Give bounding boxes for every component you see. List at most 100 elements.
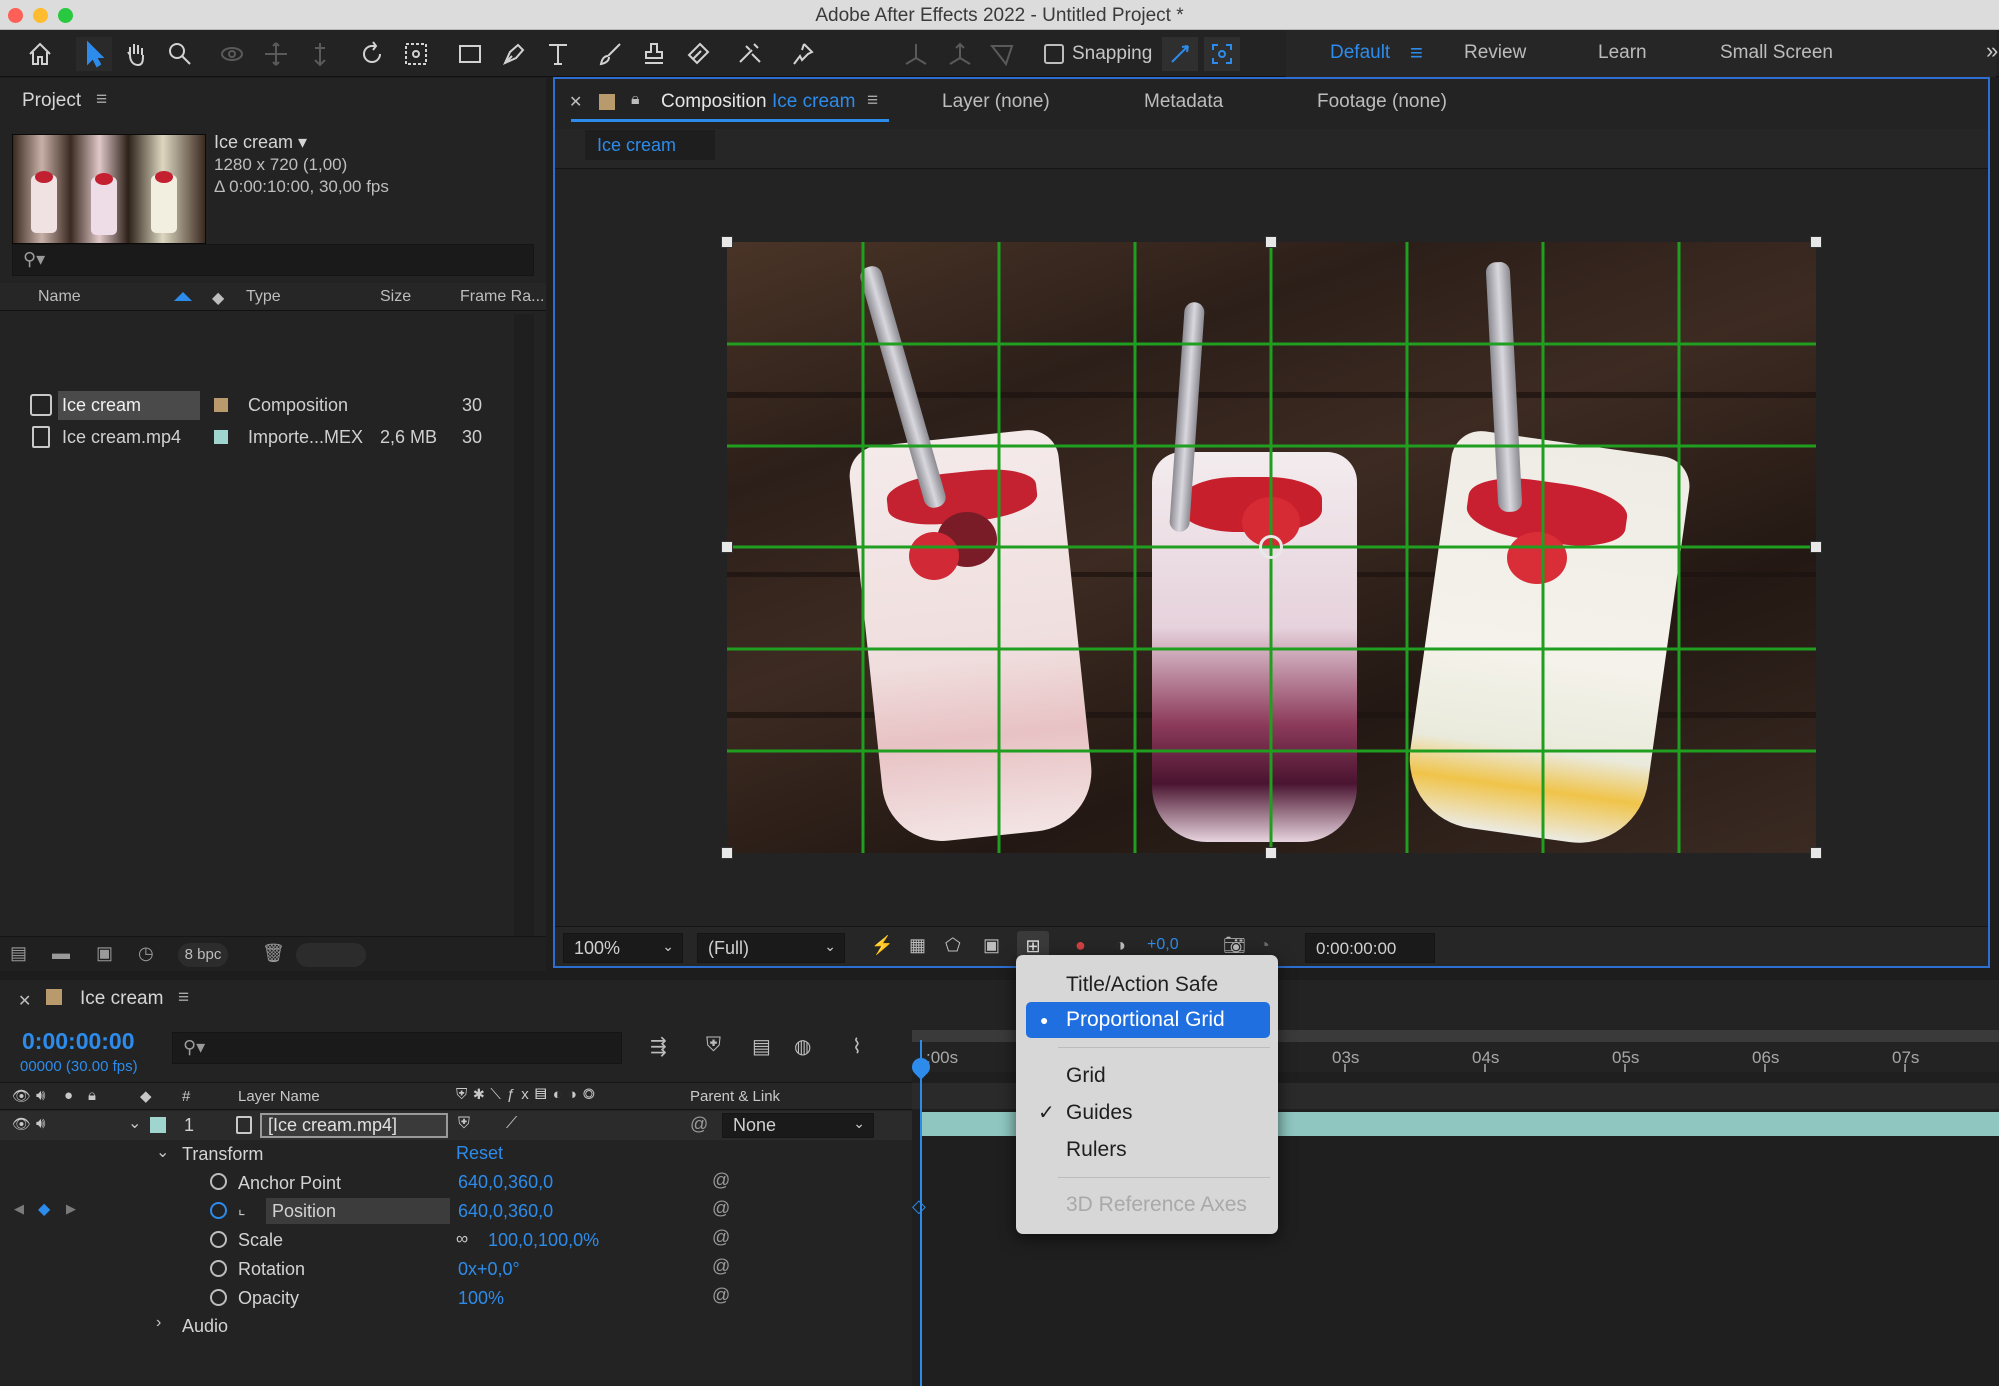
region-of-interest-icon[interactable]: ▣ [983, 935, 1000, 956]
audio-group-label[interactable]: Audio [182, 1316, 228, 1337]
roto-brush-tool-icon[interactable] [732, 37, 768, 71]
transform-handle[interactable] [1265, 847, 1277, 859]
switches-icons[interactable]: ⛨✱⟍ƒx▤◐◑◎ [456, 1086, 601, 1103]
add-keyframe-icon[interactable]: ◆ [38, 1199, 50, 1219]
menu-item-rulers[interactable]: Rulers [1026, 1132, 1270, 1168]
stopwatch-icon[interactable] [210, 1260, 227, 1277]
comp-tab-prefix[interactable]: Composition [661, 91, 767, 113]
stopwatch-icon[interactable] [210, 1231, 227, 1248]
chevron-right-icon[interactable]: › [156, 1314, 161, 1332]
stopwatch-active-icon[interactable] [210, 1202, 227, 1219]
selection-tool-icon[interactable] [76, 37, 112, 71]
label-color-swatch[interactable] [214, 398, 228, 412]
parent-dropdown[interactable]: None ⌄ [722, 1113, 874, 1138]
workspace-default[interactable]: Default [1330, 42, 1390, 64]
snapping-checkbox[interactable] [1044, 44, 1064, 64]
local-axis-mode-icon[interactable] [898, 37, 934, 71]
constrain-proportions-icon[interactable]: ∞ [456, 1229, 468, 1249]
pan-camera-icon[interactable] [258, 37, 294, 71]
show-channel-icon[interactable]: ● [1075, 935, 1086, 956]
video-toggle-icon[interactable]: 👁︎ [12, 1087, 31, 1105]
expression-pickwhip-icon[interactable]: @ [712, 1227, 730, 1248]
col-type[interactable]: Type [246, 288, 281, 306]
layer-audio-icon[interactable]: 🔊︎ [36, 1115, 45, 1132]
col-frame-rate[interactable]: Frame Ra... [460, 288, 544, 306]
exposure-value[interactable]: +0,0 [1147, 936, 1179, 954]
comp-breadcrumb[interactable]: Ice cream [585, 130, 715, 160]
snap-edges-icon[interactable] [1162, 37, 1198, 71]
col-name[interactable]: Name [38, 288, 81, 306]
scale-value[interactable]: 100,0,100,0% [488, 1230, 599, 1251]
project-scrollbar[interactable] [514, 314, 534, 936]
timeline-menu-icon[interactable]: ≡ [178, 987, 189, 1009]
project-row-footage[interactable]: Ice cream.mp4 Importe...MEX 2,6 MB 30 [0, 423, 546, 452]
timeline-tab[interactable]: Ice cream [80, 988, 163, 1010]
reset-exposure-icon[interactable]: ◑ [1115, 935, 1126, 956]
label-color-swatch[interactable] [214, 430, 228, 444]
close-timeline-icon[interactable]: ✕ [18, 991, 31, 1011]
type-tool-icon[interactable] [540, 37, 576, 71]
layer-video-eye-icon[interactable]: 👁︎ [12, 1115, 31, 1133]
opacity-value[interactable]: 100% [458, 1288, 504, 1309]
pen-tool-icon[interactable] [496, 37, 532, 71]
viewer-timecode[interactable]: 0:00:00:00 [1305, 933, 1435, 963]
expression-pickwhip-icon[interactable]: @ [712, 1170, 730, 1191]
label-column-icon[interactable]: ◆ [140, 1087, 152, 1105]
transform-handle[interactable] [721, 236, 733, 248]
rectangle-tool-icon[interactable] [452, 37, 488, 71]
hand-tool-icon[interactable] [118, 37, 154, 71]
stopwatch-icon[interactable] [210, 1173, 227, 1190]
prev-keyframe-icon[interactable]: ◀ [14, 1201, 24, 1217]
timeline-timecode[interactable]: 0:00:00:00 [22, 1028, 135, 1055]
interpret-footage-icon[interactable]: ▤ [10, 943, 27, 964]
next-keyframe-icon[interactable]: ▶ [66, 1201, 76, 1217]
workspace-menu-icon[interactable]: ≡ [1410, 40, 1423, 66]
menu-item-guides[interactable]: ✓ Guides [1026, 1095, 1270, 1131]
layer-row[interactable]: 👁︎ 🔊︎ ⌄ 1 [Ice cream.mp4] ⛨ ⟋ @ None ⌄ [0, 1111, 912, 1140]
project-settings-icon[interactable]: ◷ [138, 943, 154, 964]
transparency-grid-icon[interactable]: ▦ [909, 935, 926, 956]
audio-toggle-icon[interactable]: 🔊︎ [36, 1087, 45, 1104]
expression-pickwhip-icon[interactable]: @ [712, 1256, 730, 1277]
menu-item-title-action-safe[interactable]: Title/Action Safe [1026, 967, 1270, 1003]
rotate-tool-icon[interactable] [354, 37, 390, 71]
quality-icon[interactable]: ⟋ [506, 1115, 517, 1133]
comp-tab-name[interactable]: Ice cream [772, 91, 855, 113]
collapse-transform-icon[interactable]: ⛨ [458, 1115, 470, 1133]
frame-blending-icon[interactable]: ▤ [752, 1034, 771, 1059]
pan-behind-tool-icon[interactable] [398, 37, 434, 71]
layer-label-swatch[interactable] [150, 1117, 166, 1133]
dolly-camera-icon[interactable] [302, 37, 338, 71]
orbit-camera-icon[interactable] [214, 37, 250, 71]
graph-icon[interactable]: ⌞ [238, 1199, 246, 1219]
close-tab-icon[interactable]: ✕ [569, 92, 582, 112]
draft-3d-icon[interactable]: ⛨ [706, 1034, 721, 1057]
show-snapshot-icon[interactable]: ◔ [1259, 935, 1270, 956]
chevron-down-icon[interactable]: ⌄ [128, 1113, 141, 1133]
project-panel-menu-icon[interactable]: ≡ [96, 89, 107, 111]
home-icon[interactable] [22, 37, 58, 71]
anchor-point-value[interactable]: 640,0,360,0 [458, 1172, 553, 1193]
view-axis-mode-icon[interactable] [984, 37, 1020, 71]
transform-handle[interactable] [1810, 236, 1822, 248]
composition-flowchart-icon[interactable]: ⇶ [650, 1034, 667, 1059]
eraser-tool-icon[interactable] [680, 37, 716, 71]
transform-handle[interactable] [1265, 236, 1277, 248]
position-keyframe-icon[interactable]: ◇ [912, 1196, 926, 1217]
puppet-pin-tool-icon[interactable] [784, 37, 820, 71]
transform-group-label[interactable]: Transform [182, 1144, 263, 1165]
thumbnail-size-slider[interactable] [296, 943, 366, 967]
col-layer-name[interactable]: Layer Name [238, 1088, 320, 1105]
project-search-input[interactable]: ⚲▾ [12, 244, 534, 276]
trash-icon[interactable]: 🗑 [262, 943, 285, 964]
lock-icon[interactable]: 🔒︎ [631, 91, 640, 109]
rotation-value[interactable]: 0x+0,0° [458, 1259, 520, 1280]
position-value[interactable]: 640,0,360,0 [458, 1201, 553, 1222]
col-size[interactable]: Size [380, 288, 411, 306]
transform-handle[interactable] [721, 541, 733, 553]
lock-column-icon[interactable]: 🔒︎ [88, 1087, 96, 1104]
tab-layer[interactable]: Layer (none) [942, 91, 1050, 113]
brush-tool-icon[interactable] [592, 37, 628, 71]
comp-panel-menu-icon[interactable]: ≡ [867, 90, 878, 112]
tab-footage[interactable]: Footage (none) [1317, 91, 1447, 113]
